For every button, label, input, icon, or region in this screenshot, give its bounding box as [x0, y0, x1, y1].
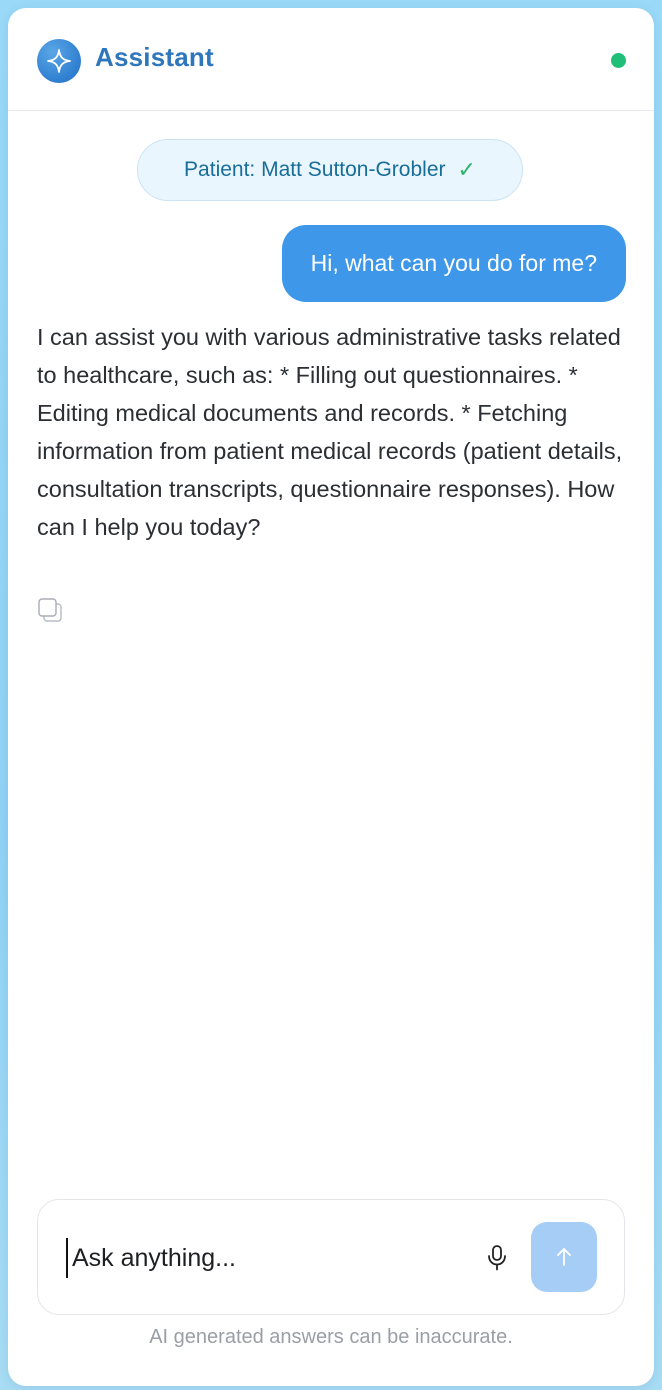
- microphone-button[interactable]: [480, 1241, 514, 1275]
- copy-icon[interactable]: [36, 596, 66, 626]
- online-status-indicator: [611, 53, 626, 68]
- assistant-panel: Assistant Patient: Matt Sutton-Grobler ✓…: [8, 8, 654, 1386]
- assistant-message: I can assist you with various administra…: [37, 324, 623, 540]
- header: Assistant: [8, 8, 654, 111]
- patient-context-chip[interactable]: Patient: Matt Sutton-Grobler ✓: [137, 139, 523, 201]
- arrow-up-icon: [557, 1248, 571, 1266]
- sparkle-icon: [37, 39, 81, 83]
- ai-disclaimer: AI generated answers can be inaccurate.: [149, 1326, 513, 1348]
- message-input[interactable]: [66, 1238, 472, 1278]
- check-icon: ✓: [457, 157, 476, 182]
- user-message-bubble: Hi, what can you do for me?: [281, 225, 626, 302]
- message-composer: [37, 1199, 625, 1315]
- header-title: Assistant: [95, 42, 214, 72]
- send-button[interactable]: [531, 1222, 597, 1292]
- patient-chip-label: Patient: Matt Sutton-Grobler: [184, 158, 446, 181]
- microphone-icon: [488, 1245, 506, 1271]
